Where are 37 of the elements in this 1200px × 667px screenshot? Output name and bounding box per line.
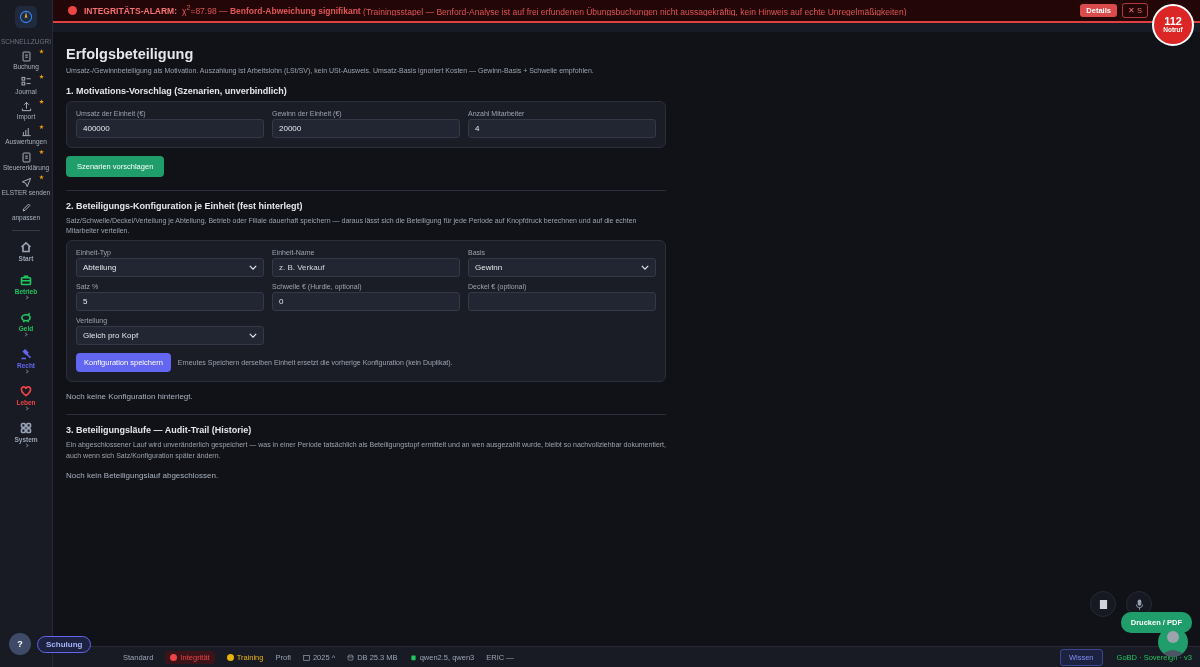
input-field[interactable]: 4 [468,119,656,139]
page-title: Erfolgsbeteiligung [66,46,195,62]
document-icon [1098,598,1108,610]
select-field[interactable]: Gleich pro Kopf [76,326,264,346]
caret-icon [249,333,257,339]
doc-icon [20,51,32,62]
doc-icon [20,151,32,163]
section-title: 2. Beteiligungs-Konfiguration je Einheit (fest hinterlegt) [66,201,304,212]
alert-dot-icon [68,6,77,15]
caret-icon [641,265,649,271]
section-title: 3. Beteiligungsläufe — Audit-Trail (Historie) [66,425,253,436]
input-field[interactable]: z. B. Verkauf [272,258,460,278]
upload-icon [20,101,32,113]
list-icon [20,76,32,88]
select-field[interactable]: Abteilung [76,258,264,278]
select-field[interactable]: Gewinn [468,258,656,278]
pencil-icon [20,201,32,213]
empty-message: Noch kein Beteiligungslauf abgeschlossen. [66,470,220,480]
document-button[interactable] [1090,591,1116,617]
section-title: 1. Motivations-Vorschlag (Szenarien, unverbindlich) [66,86,288,97]
alert-message: χ$^{2}$=87.98 — Benford-Abweichung signifikant (Trainingsstapel — Benford-Analyse ist auf frei erfundenen Übungsbuchungen nicht aussagekräftig, kein Hinweis auf echte Unregelmäßigkeiten) [182,4,908,17]
input-field[interactable] [468,292,656,312]
training-button[interactable]: Schulung [37,636,92,653]
chip-icon [409,653,417,661]
input-field[interactable]: 0 [272,292,460,312]
chart-icon [20,126,32,138]
microphone-icon [1134,598,1144,610]
database-icon [347,653,355,661]
input-field[interactable]: 20000 [272,119,460,139]
input-field[interactable]: 400000 [76,119,264,139]
input-field[interactable]: 5 [76,292,264,312]
send-icon [20,176,32,188]
empty-message: Noch keine Konfiguration hinterlegt. [66,392,194,402]
app-logo[interactable] [15,6,37,28]
alert-title: INTEGRITÄTS-ALARM: [84,5,177,16]
caret-icon [249,265,257,271]
calendar-icon [302,653,310,661]
